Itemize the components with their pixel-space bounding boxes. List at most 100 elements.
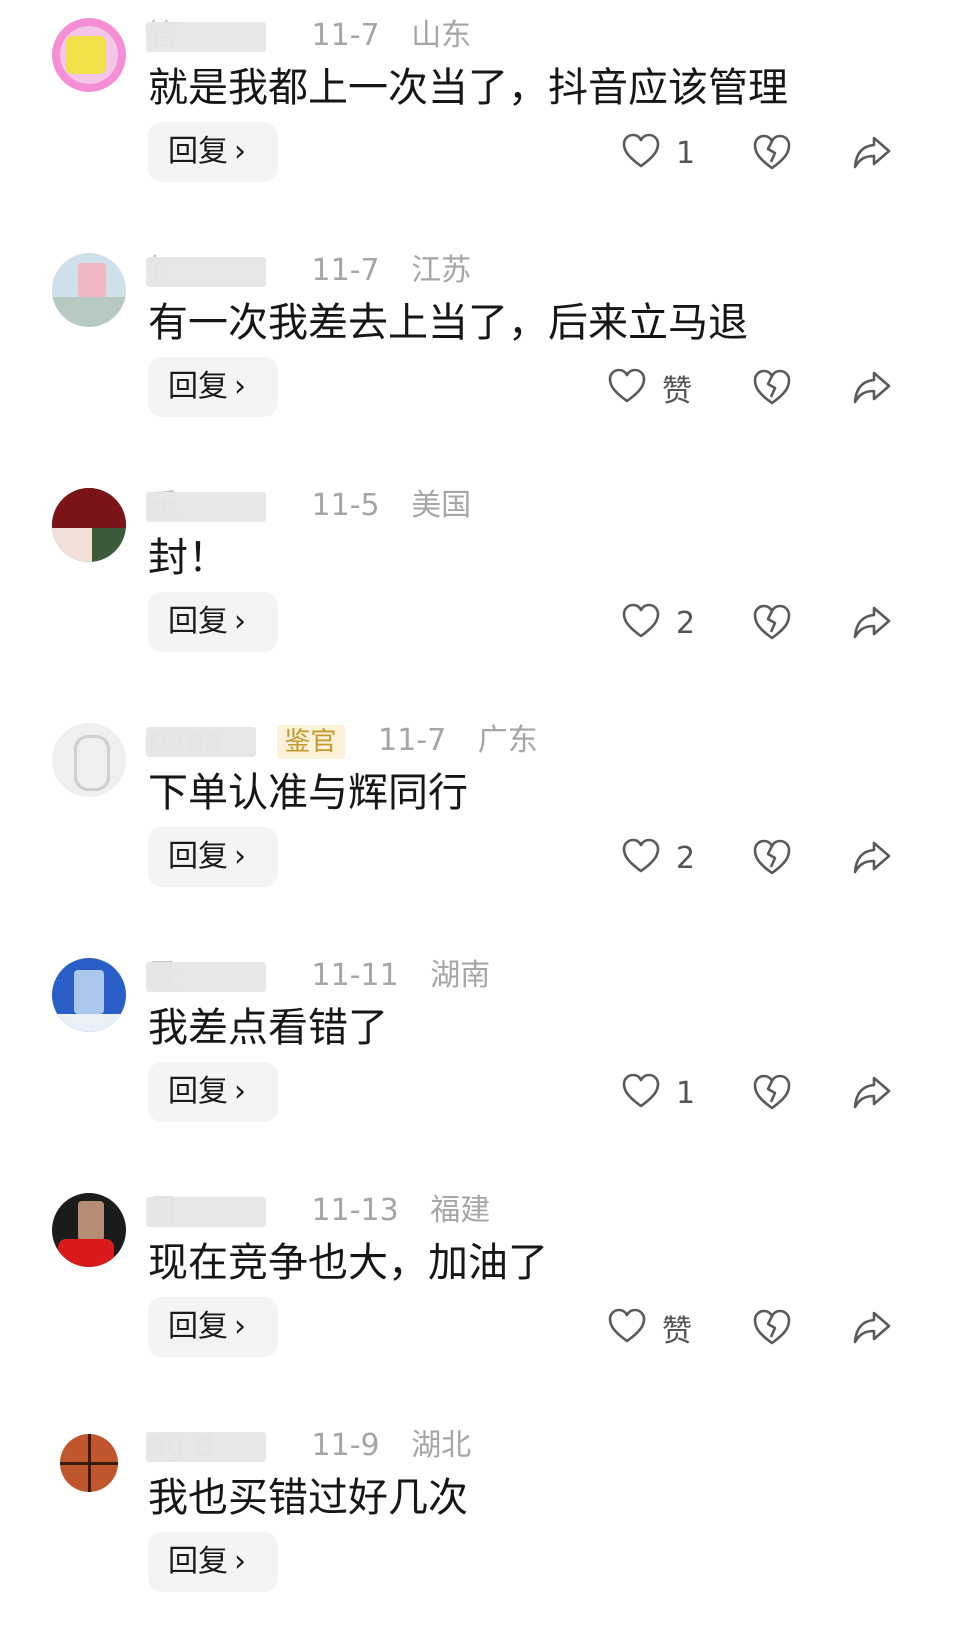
comment-text: 下单认准与辉同行 xyxy=(148,770,468,816)
avatar[interactable] xyxy=(52,1428,126,1502)
reply-button[interactable]: 回复 › xyxy=(148,592,278,652)
comment-date: 11-13 xyxy=(311,1193,399,1228)
like-count: 2 xyxy=(676,840,696,876)
dislike-button[interactable] xyxy=(752,1307,792,1347)
share-button[interactable] xyxy=(852,367,892,407)
like-button[interactable]: 赞 xyxy=(608,367,692,409)
chevron-right-icon: › xyxy=(234,134,246,169)
heart-icon xyxy=(608,368,646,408)
broken-heart-icon xyxy=(752,604,792,646)
reply-label: 回复 xyxy=(168,134,228,169)
comment-text: 我也买错过好几次 xyxy=(148,1475,468,1521)
reply-button[interactable]: 回复 › xyxy=(148,1062,278,1122)
reply-label: 回复 xyxy=(168,1074,228,1109)
comment-meta: og d 11-9 湖北 xyxy=(146,1426,472,1466)
avatar[interactable] xyxy=(52,488,126,562)
comment-date: 11-7 xyxy=(311,253,380,288)
username-blur xyxy=(146,492,266,522)
chevron-right-icon: › xyxy=(234,1074,246,1109)
username[interactable]: 管 xyxy=(146,16,278,56)
username[interactable]: papa xyxy=(146,721,263,761)
user-badge: 鉴官 xyxy=(276,725,345,759)
avatar[interactable] xyxy=(52,253,126,327)
comment-location: 湖南 xyxy=(430,958,491,993)
comment-date: 11-7 xyxy=(378,723,447,758)
reply-label: 回复 xyxy=(168,369,228,404)
comment-text: 封！ xyxy=(148,535,228,581)
comment-meta: papa 鉴官 11-7 广东 xyxy=(146,721,538,761)
username[interactable]: 乐 xyxy=(146,486,278,526)
like-button[interactable]: 2 xyxy=(622,602,695,644)
comment-text: 现在竞争也大，加油了 xyxy=(148,1240,548,1286)
like-button[interactable]: 赞 xyxy=(608,1307,692,1349)
share-button[interactable] xyxy=(852,1072,892,1112)
like-button[interactable]: 2 xyxy=(622,837,695,879)
comment-date: 11-11 xyxy=(311,958,399,993)
share-icon xyxy=(852,371,892,411)
reply-button[interactable]: 回复 › xyxy=(148,122,278,182)
avatar[interactable] xyxy=(52,723,126,797)
chevron-right-icon: › xyxy=(234,369,246,404)
comment-date: 11-9 xyxy=(311,1428,380,1463)
like-count: 2 xyxy=(676,605,696,641)
reply-label: 回复 xyxy=(168,604,228,639)
heart-icon xyxy=(622,603,660,643)
reply-label: 回复 xyxy=(168,1544,228,1579)
username-blur xyxy=(146,1432,266,1462)
heart-icon xyxy=(622,838,660,878)
share-button[interactable] xyxy=(852,837,892,877)
username[interactable]: 录 xyxy=(146,956,278,996)
comment-meta: 录 11-11 湖南 xyxy=(146,956,491,996)
reply-button[interactable]: 回复 › xyxy=(148,357,278,417)
share-button[interactable] xyxy=(852,132,892,172)
avatar[interactable] xyxy=(52,18,126,92)
username[interactable]: 钅 xyxy=(146,251,278,291)
username-blur xyxy=(146,22,266,52)
comment-meta: 钅 11-7 江苏 xyxy=(146,251,472,291)
comment-location: 广东 xyxy=(477,723,538,758)
comment-text: 就是我都上一次当了，抖音应该管理 xyxy=(148,65,788,111)
heart-icon xyxy=(622,133,660,173)
username[interactable]: og d xyxy=(146,1426,278,1466)
avatar[interactable] xyxy=(52,958,126,1032)
like-count: 赞 xyxy=(662,374,692,409)
comment-location: 福建 xyxy=(430,1193,491,1228)
comment-text: 我差点看错了 xyxy=(148,1005,388,1051)
broken-heart-icon xyxy=(752,369,792,411)
comment-date: 11-7 xyxy=(311,18,380,53)
comment-text: 有一次我差去上当了，后来立马退 xyxy=(148,300,748,346)
chevron-right-icon: › xyxy=(234,839,246,874)
comment-item: 日 11-13 福建 现在竞争也大，加油了 回复› 赞 xyxy=(0,1177,958,1412)
reply-button[interactable]: 回复 › xyxy=(148,1532,278,1592)
reply-button[interactable]: 回复 › xyxy=(148,827,278,887)
broken-heart-icon xyxy=(752,839,792,881)
comment-location: 美国 xyxy=(411,488,472,523)
share-button[interactable] xyxy=(852,1307,892,1347)
like-button[interactable]: 1 xyxy=(622,132,695,174)
comment-item: 录 11-11 湖南 我差点看错了 回复› 1 xyxy=(0,942,958,1177)
comment-location: 湖北 xyxy=(411,1428,472,1463)
comment-item: og d 11-9 湖北 我也买错过好几次 回复› xyxy=(0,1412,958,1647)
like-button[interactable]: 1 xyxy=(622,1072,695,1114)
dislike-button[interactable] xyxy=(752,602,792,642)
broken-heart-icon xyxy=(752,1309,792,1351)
comment-item: papa 鉴官 11-7 广东 下单认准与辉同行 回复› 2 xyxy=(0,707,958,942)
dislike-button[interactable] xyxy=(752,367,792,407)
username[interactable]: 日 xyxy=(146,1191,278,1231)
dislike-button[interactable] xyxy=(752,132,792,172)
comment-meta: 日 11-13 福建 xyxy=(146,1191,491,1231)
username-blur xyxy=(146,727,256,757)
avatar[interactable] xyxy=(52,1193,126,1267)
heart-icon xyxy=(608,1308,646,1348)
comment-meta: 管 11-7 山东 xyxy=(146,16,472,56)
username-blur xyxy=(146,257,266,287)
chevron-right-icon: › xyxy=(234,1309,246,1344)
username-blur xyxy=(146,962,266,992)
share-button[interactable] xyxy=(852,602,892,642)
reply-button[interactable]: 回复 › xyxy=(148,1297,278,1357)
dislike-button[interactable] xyxy=(752,837,792,877)
dislike-button[interactable] xyxy=(752,1072,792,1112)
comment-location: 江苏 xyxy=(411,253,472,288)
comment-location: 山东 xyxy=(411,18,472,53)
comment-item: 乐 11-5 美国 封！ 回复› 2 xyxy=(0,472,958,707)
